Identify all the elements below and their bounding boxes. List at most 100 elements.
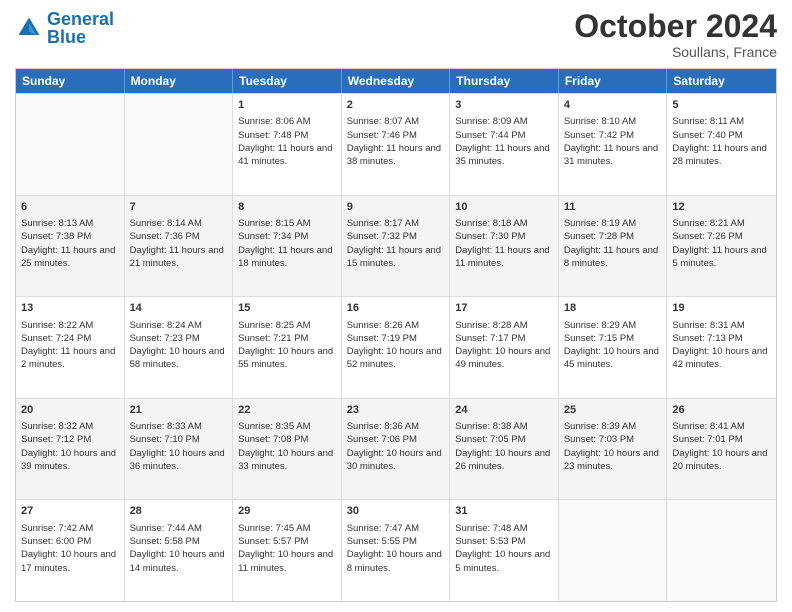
day-number: 27: [21, 504, 119, 519]
daylight-text: Daylight: 11 hours and 35 minutes.: [455, 143, 549, 167]
sunrise-text: Sunrise: 8:14 AM: [130, 218, 202, 229]
sunrise-text: Sunrise: 8:32 AM: [21, 421, 93, 432]
sunset-text: Sunset: 7:06 PM: [347, 434, 417, 445]
day-number: 21: [130, 403, 228, 418]
day-cell-17: 17Sunrise: 8:28 AMSunset: 7:17 PMDayligh…: [450, 297, 559, 398]
day-of-week-tuesday: Tuesday: [233, 69, 342, 93]
day-number: 20: [21, 403, 119, 418]
day-cell-22: 22Sunrise: 8:35 AMSunset: 7:08 PMDayligh…: [233, 399, 342, 500]
day-cell-21: 21Sunrise: 8:33 AMSunset: 7:10 PMDayligh…: [125, 399, 234, 500]
daylight-text: Daylight: 10 hours and 52 minutes.: [347, 346, 442, 370]
page: General Blue October 2024 Soullans, Fran…: [0, 0, 792, 612]
month-title: October 2024: [574, 10, 777, 42]
calendar-row-2: 6Sunrise: 8:13 AMSunset: 7:38 PMDaylight…: [16, 195, 776, 297]
empty-cell: [125, 94, 234, 195]
day-number: 15: [238, 301, 336, 316]
logo-icon: [15, 14, 43, 42]
sunset-text: Sunset: 7:15 PM: [564, 333, 634, 344]
sunrise-text: Sunrise: 8:25 AM: [238, 320, 310, 331]
sunset-text: Sunset: 7:03 PM: [564, 434, 634, 445]
day-of-week-friday: Friday: [559, 69, 668, 93]
empty-cell: [559, 500, 668, 601]
day-number: 9: [347, 200, 445, 215]
logo-general: General: [47, 9, 114, 29]
day-of-week-monday: Monday: [125, 69, 234, 93]
day-number: 28: [130, 504, 228, 519]
sunrise-text: Sunrise: 8:17 AM: [347, 218, 419, 229]
day-number: 16: [347, 301, 445, 316]
sunset-text: Sunset: 7:23 PM: [130, 333, 200, 344]
sunrise-text: Sunrise: 8:22 AM: [21, 320, 93, 331]
day-number: 10: [455, 200, 553, 215]
day-cell-15: 15 Sunrise: 8:25 AM Sunset: 7:21 PM Dayligh…: [233, 297, 342, 398]
sunrise-text: Sunrise: 8:10 AM: [564, 116, 636, 127]
sunrise-text: Sunrise: 7:48 AM: [455, 523, 527, 534]
day-cell-30: 30Sunrise: 7:47 AMSunset: 5:55 PMDayligh…: [342, 500, 451, 601]
calendar-row-1: 1Sunrise: 8:06 AMSunset: 7:48 PMDaylight…: [16, 93, 776, 195]
sunset-text: Sunset: 6:00 PM: [21, 536, 91, 547]
sunset-text: Sunset: 7:36 PM: [130, 231, 200, 242]
day-cell-16: 16Sunrise: 8:26 AMSunset: 7:19 PMDayligh…: [342, 297, 451, 398]
day-of-week-thursday: Thursday: [450, 69, 559, 93]
day-number: 30: [347, 504, 445, 519]
day-number: 4: [564, 98, 662, 113]
day-number: 3: [455, 98, 553, 113]
calendar-body: 1Sunrise: 8:06 AMSunset: 7:48 PMDaylight…: [16, 93, 776, 601]
day-cell-31: 31Sunrise: 7:48 AMSunset: 5:53 PMDayligh…: [450, 500, 559, 601]
day-number: 8: [238, 200, 336, 215]
sunset-text: Sunset: 7:24 PM: [21, 333, 91, 344]
daylight-text: Daylight: 10 hours and 20 minutes.: [672, 448, 767, 472]
sunset-text: Sunset: 7:13 PM: [672, 333, 742, 344]
sunrise-text: Sunrise: 7:44 AM: [130, 523, 202, 534]
day-cell-8: 8Sunrise: 8:15 AMSunset: 7:34 PMDaylight…: [233, 196, 342, 297]
day-cell-14: 14Sunrise: 8:24 AMSunset: 7:23 PMDayligh…: [125, 297, 234, 398]
sunset-text: Sunset: 7:21 PM: [238, 333, 308, 344]
sunset-text: Sunset: 5:55 PM: [347, 536, 417, 547]
day-of-week-sunday: Sunday: [16, 69, 125, 93]
day-number: 18: [564, 301, 662, 316]
sunset-text: Sunset: 5:53 PM: [455, 536, 525, 547]
sunset-text: Sunset: 7:46 PM: [347, 130, 417, 141]
sunrise-text: Sunrise: 8:15 AM: [238, 218, 310, 229]
location: Soullans, France: [574, 44, 777, 60]
daylight-text: Daylight: 11 hours and 2 minutes.: [21, 346, 115, 370]
sunrise-text: Sunrise: 8:33 AM: [130, 421, 202, 432]
sunset-text: Sunset: 7:19 PM: [347, 333, 417, 344]
empty-cell: [16, 94, 125, 195]
day-number: 2: [347, 98, 445, 113]
sunset-text: Sunset: 7:42 PM: [564, 130, 634, 141]
day-cell-12: 12Sunrise: 8:21 AMSunset: 7:26 PMDayligh…: [667, 196, 776, 297]
calendar-row-4: 20 Sunrise: 8:32 AM Sunset: 7:12 PM Dayligh…: [16, 398, 776, 500]
sunset-text: Sunset: 7:28 PM: [564, 231, 634, 242]
daylight-text: Daylight: 11 hours and 8 minutes.: [564, 245, 658, 269]
daylight-text: Daylight: 10 hours and 55 minutes.: [238, 346, 333, 370]
day-cell-13: 13Sunrise: 8:22 AMSunset: 7:24 PMDayligh…: [16, 297, 125, 398]
sunset-text: Sunset: 7:01 PM: [672, 434, 742, 445]
sunset-text: Sunset: 7:08 PM: [238, 434, 308, 445]
logo-blue: Blue: [47, 27, 86, 47]
day-cell-7: 7Sunrise: 8:14 AMSunset: 7:36 PMDaylight…: [125, 196, 234, 297]
day-number: 11: [564, 200, 662, 215]
day-cell-11: 11 Sunrise: 8:19 AM Sunset: 7:28 PM Dayligh…: [559, 196, 668, 297]
title-block: October 2024 Soullans, France: [574, 10, 777, 60]
daylight-text: Daylight: 11 hours and 15 minutes.: [347, 245, 441, 269]
day-of-week-wednesday: Wednesday: [342, 69, 451, 93]
day-number: 24: [455, 403, 553, 418]
daylight-text: Daylight: 10 hours and 42 minutes.: [672, 346, 767, 370]
day-cell-1: 1Sunrise: 8:06 AMSunset: 7:48 PMDaylight…: [233, 94, 342, 195]
daylight-text: Daylight: 11 hours and 25 minutes.: [21, 245, 115, 269]
daylight-text: Daylight: 10 hours and 23 minutes.: [564, 448, 659, 472]
day-cell-9: 9Sunrise: 8:17 AMSunset: 7:32 PMDaylight…: [342, 196, 451, 297]
day-cell-29: 29Sunrise: 7:45 AMSunset: 5:57 PMDayligh…: [233, 500, 342, 601]
sunset-text: Sunset: 7:05 PM: [455, 434, 525, 445]
sunset-text: Sunset: 7:26 PM: [672, 231, 742, 242]
sunset-text: Sunset: 7:12 PM: [21, 434, 91, 445]
day-number: 6: [21, 200, 119, 215]
day-number: 31: [455, 504, 553, 519]
day-number: 22: [238, 403, 336, 418]
header: General Blue October 2024 Soullans, Fran…: [15, 10, 777, 60]
day-cell-10: 10Sunrise: 8:18 AMSunset: 7:30 PMDayligh…: [450, 196, 559, 297]
sunrise-text: Sunrise: 8:39 AM: [564, 421, 636, 432]
sunrise-text: Sunrise: 8:19 AM: [564, 218, 636, 229]
day-number: 25: [564, 403, 662, 418]
